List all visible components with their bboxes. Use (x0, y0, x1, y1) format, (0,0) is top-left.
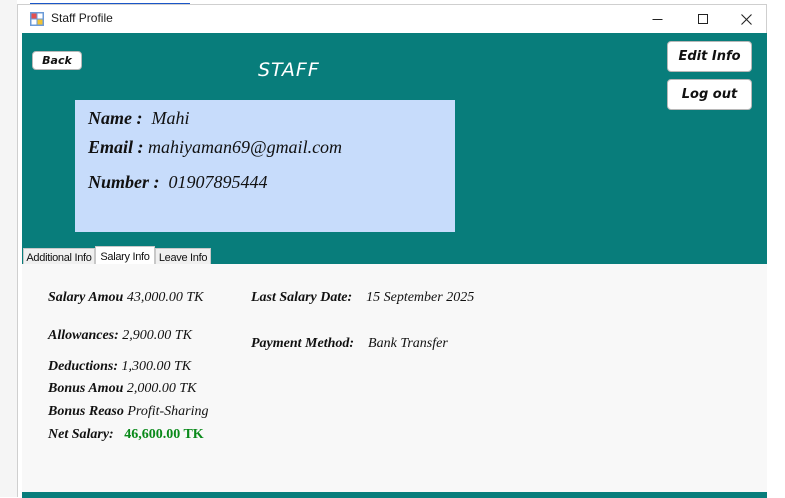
payment-method-row: Payment Method: Bank Transfer (251, 336, 448, 352)
minimize-icon (652, 18, 663, 20)
number-label: Number : (88, 172, 160, 192)
tab-salary-info[interactable]: Salary Info (95, 246, 155, 266)
net-salary-row: Net Salary: 46,600.00 TK (48, 427, 204, 443)
allowances-value: 2,900.00 TK (122, 328, 192, 343)
profile-card: Name : Mahi Email : mahiyaman69@gmail.co… (75, 100, 455, 232)
deductions-value: 1,300.00 TK (121, 359, 192, 374)
email-label: Email : (88, 137, 144, 157)
net-salary-label: Net Salary: (48, 427, 114, 442)
edit-info-button[interactable]: Edit Info (667, 41, 752, 72)
name-label: Name : (88, 108, 143, 128)
email-row: Email : mahiyaman69@gmail.com (88, 137, 342, 158)
bonus-reason-row: Bonus Reaso Profit-Sharing (48, 404, 209, 420)
salary-row: Salary Amou 43,000.00 TK (48, 290, 203, 306)
close-icon (741, 13, 752, 25)
net-salary-value: 46,600.00 TK (124, 427, 204, 442)
desktop-background (0, 0, 17, 497)
name-value: Mahi (151, 108, 190, 128)
deductions-row: Deductions: 1,300.00 TK (48, 359, 191, 375)
maximize-icon (697, 14, 708, 24)
salary-info-panel: Salary Amou 43,000.00 TK Allowances: 2,9… (22, 264, 767, 492)
bonus-row: Bonus Amou 2,000.00 TK (48, 381, 196, 397)
app-icon (30, 12, 44, 26)
page-title: STAFF (258, 59, 320, 81)
bonus-label: Bonus Amou (48, 381, 124, 396)
number-row: Number : 01907895444 (88, 172, 268, 193)
close-button[interactable] (724, 5, 769, 33)
email-value: mahiyaman69@gmail.com (148, 137, 343, 157)
bonus-reason-label: Bonus Reaso (48, 404, 124, 419)
logout-button[interactable]: Log out (667, 79, 752, 110)
staff-profile-window: Staff Profile Back STAFF Edit Info Log o… (17, 4, 767, 498)
header-panel: Back STAFF Edit Info Log out Name : Mahi… (22, 33, 767, 264)
footer-bar (22, 492, 767, 498)
back-button[interactable]: Back (32, 51, 82, 70)
name-row: Name : Mahi (88, 108, 189, 129)
payment-method-value: Bank Transfer (368, 336, 448, 351)
last-salary-date-row: Last Salary Date: 15 September 2025 (251, 290, 474, 306)
maximize-button[interactable] (680, 5, 725, 33)
window-title: Staff Profile (51, 11, 113, 25)
bonus-value: 2,000.00 TK (126, 381, 197, 396)
number-value: 01907895444 (168, 172, 268, 192)
bonus-reason-value: Profit-Sharing (127, 404, 209, 419)
title-bar: Staff Profile (18, 5, 766, 33)
last-salary-date-value: 15 September 2025 (366, 290, 475, 305)
deductions-label: Deductions: (48, 359, 118, 374)
payment-method-label: Payment Method: (251, 336, 355, 351)
salary-label: Salary Amou (48, 290, 124, 305)
allowances-label: Allowances: (48, 328, 119, 343)
salary-value: 43,000.00 TK (126, 290, 204, 305)
allowances-row: Allowances: 2,900.00 TK (48, 328, 192, 344)
last-salary-date-label: Last Salary Date: (251, 290, 353, 305)
minimize-button[interactable] (635, 5, 680, 33)
